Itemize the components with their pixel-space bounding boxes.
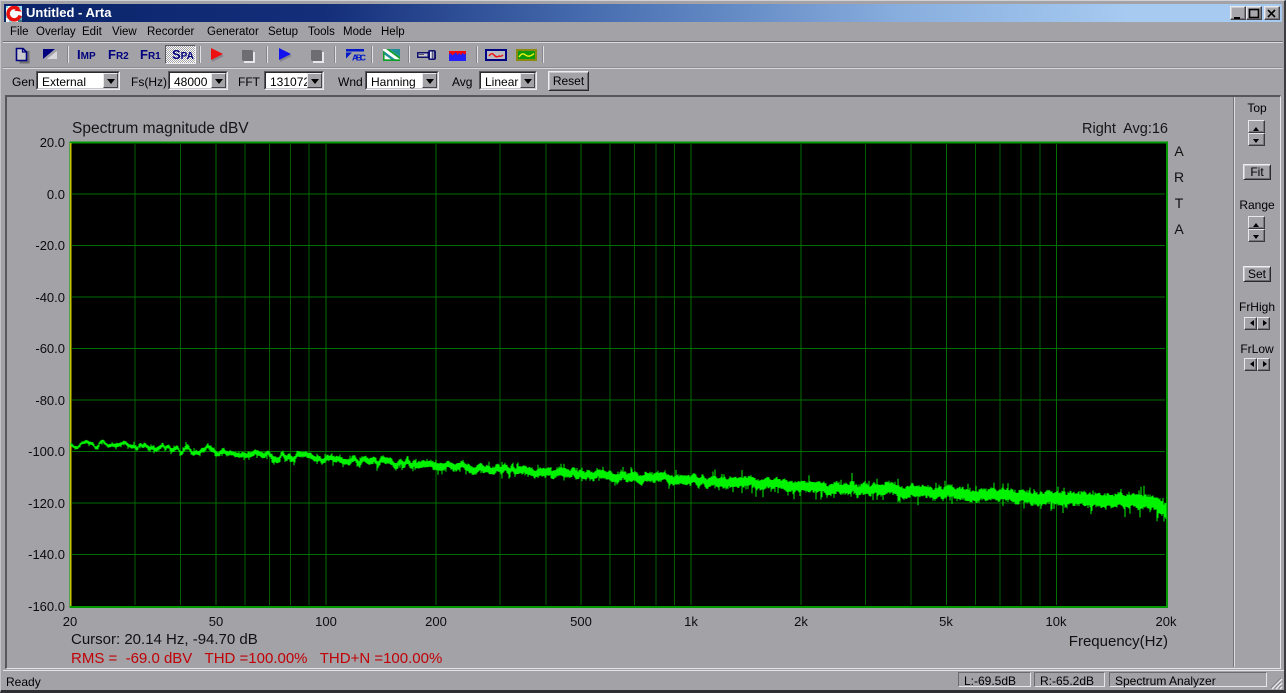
svg-text:ABC: ABC [352,53,366,63]
